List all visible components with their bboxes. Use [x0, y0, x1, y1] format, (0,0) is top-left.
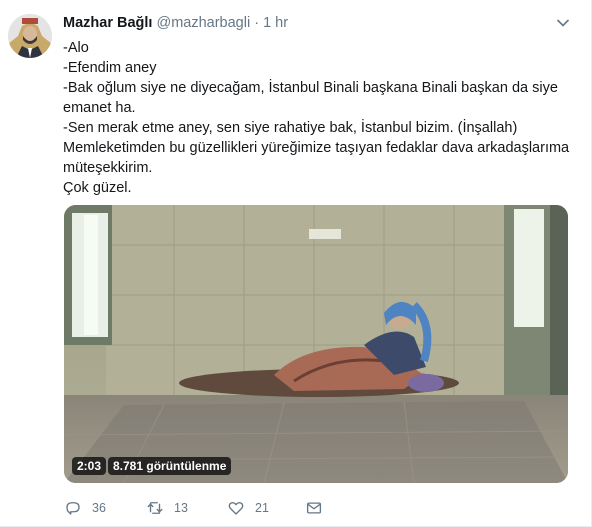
- heart-icon: [228, 501, 244, 515]
- tweet-line: -Sen merak etme aney, sen siye rahatiye …: [63, 120, 518, 136]
- tweet-line: -Bak oğlum siye ne diyecağam, İstanbul B…: [63, 80, 558, 96]
- envelope-icon: [306, 502, 322, 514]
- reply-count: 36: [92, 501, 106, 515]
- retweet-icon: [147, 502, 163, 514]
- video-duration: 2:03: [72, 457, 107, 475]
- retweet-count: 13: [174, 501, 188, 515]
- avatar[interactable]: [8, 14, 52, 58]
- view-count: 8.781 görüntülenme: [108, 457, 232, 475]
- tweet-line: -Efendim aney: [63, 60, 157, 76]
- tweet-header: Mazhar Bağlı @mazharbagli · 1 hr: [63, 15, 288, 31]
- tweet-line: Çok güzel.: [63, 180, 132, 196]
- like-button[interactable]: 21: [227, 498, 269, 518]
- tweet-line: Memleketimden bu güzellikleri yüreğimize…: [63, 140, 570, 156]
- direct-message-button[interactable]: [305, 498, 323, 518]
- like-count: 21: [255, 501, 269, 515]
- tweet-line: müteşekkirim.: [63, 160, 153, 176]
- video-player[interactable]: 2:03 8.781 görüntülenme: [64, 205, 568, 483]
- video-thumbnail: [64, 205, 568, 483]
- chevron-down-icon[interactable]: [556, 18, 570, 28]
- tweet-line: emanet ha.: [63, 100, 136, 116]
- reply-icon: [66, 502, 80, 515]
- separator: ·: [254, 15, 260, 31]
- author-handle[interactable]: @mazharbagli: [156, 15, 250, 31]
- tweet-text: -Alo -Efendim aney -Bak oğlum siye ne di…: [63, 38, 570, 198]
- timestamp[interactable]: 1 hr: [263, 15, 288, 31]
- reply-button[interactable]: 36: [64, 498, 106, 518]
- author-name[interactable]: Mazhar Bağlı: [63, 15, 152, 31]
- tweet-card[interactable]: Mazhar Bağlı @mazharbagli · 1 hr -Alo -E…: [0, 0, 592, 527]
- tweet-line: -Alo: [63, 40, 89, 56]
- retweet-button[interactable]: 13: [146, 498, 188, 518]
